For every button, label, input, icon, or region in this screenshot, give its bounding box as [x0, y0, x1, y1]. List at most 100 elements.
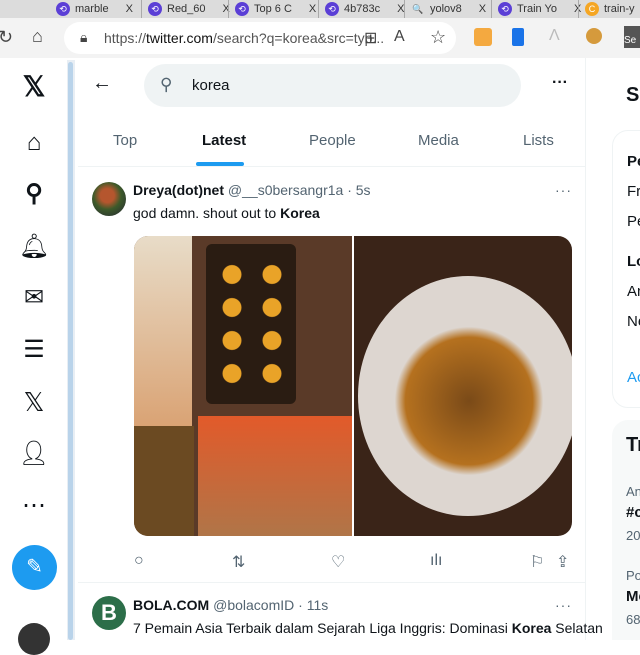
- filter-heading: Lo: [627, 253, 640, 270]
- trend-name[interactable]: #c: [626, 504, 640, 521]
- app-icon[interactable]: ⊞: [364, 28, 377, 48]
- tweet-more-icon[interactable]: ···: [555, 182, 572, 198]
- tab-people[interactable]: People: [309, 132, 356, 149]
- highlight: Korea: [511, 620, 552, 636]
- tab-lists[interactable]: Lists: [523, 132, 554, 149]
- x-logo-icon[interactable]: 𝕏: [17, 70, 51, 104]
- panel-title: Tr: [626, 434, 640, 456]
- filter-option[interactable]: Fro: [627, 183, 640, 200]
- compose-post-button[interactable]: ✎: [12, 545, 57, 590]
- tweet-more-icon[interactable]: ···: [555, 597, 572, 613]
- cookie-extension-icon[interactable]: [586, 28, 602, 44]
- more-circle-icon[interactable]: ⋯: [17, 489, 51, 523]
- advanced-search-link[interactable]: Ac: [627, 369, 640, 386]
- tab-favicon-icon: C: [585, 2, 599, 16]
- filter-option[interactable]: Ne: [627, 313, 640, 330]
- extension-icon[interactable]: [512, 28, 524, 46]
- tab-label: Top 6 C: [254, 3, 292, 15]
- tweet-media[interactable]: [134, 236, 572, 536]
- search-filters-panel: Pe Fro Pe Lo An Ne Ac: [612, 130, 640, 408]
- tab-favicon-icon: ⟲: [56, 2, 70, 16]
- profile-icon[interactable]: 👤︎: [17, 437, 51, 471]
- back-arrow-icon[interactable]: ←: [92, 72, 112, 95]
- extension-icon[interactable]: [474, 28, 492, 46]
- more-options-icon[interactable]: ···: [552, 74, 568, 92]
- filter-heading: Pe: [627, 153, 640, 170]
- timestamp[interactable]: · 5s: [347, 182, 370, 198]
- like-heart-icon[interactable]: ♡: [331, 552, 345, 572]
- favorite-star-icon[interactable]: ☆: [430, 27, 446, 48]
- premium-x-icon[interactable]: 𝕏: [17, 385, 51, 419]
- avatar[interactable]: B: [92, 596, 126, 630]
- right-sidebar: Se Pe Fro Pe Lo An Ne Ac Tr An #c 20 Po …: [612, 58, 640, 640]
- filter-option[interactable]: Pe: [627, 213, 640, 230]
- scrollbar[interactable]: [67, 60, 75, 640]
- main-column: ← ⚲ korea ··· Top Latest People Media Li…: [78, 58, 603, 640]
- notifications-bell-icon[interactable]: 🔔︎: [17, 230, 51, 264]
- tweet-text: god damn. shout out to Korea: [133, 205, 320, 221]
- url-field[interactable]: 🔒︎ https://twitter.com/search?q=korea&sr…: [64, 22, 456, 54]
- filter-option[interactable]: An: [627, 283, 640, 300]
- active-tab-indicator: [196, 162, 244, 166]
- lists-icon[interactable]: ☰: [17, 333, 51, 367]
- search-icon: ⚲: [160, 75, 173, 94]
- trend-context: An: [626, 484, 640, 499]
- tab-top[interactable]: Top: [113, 132, 137, 149]
- food-image-left[interactable]: [134, 236, 352, 536]
- reply-icon[interactable]: ○: [134, 552, 144, 570]
- tweet[interactable]: B BOLA.COM @bolacomID · 11s ··· 7 Pemain…: [78, 584, 603, 640]
- tab-favicon-icon: ⟲: [235, 2, 249, 16]
- lock-icon: 🔒︎: [80, 29, 88, 45]
- close-tab-icon[interactable]: X: [309, 3, 316, 15]
- browser-tab[interactable]: ⟲ Top 6 C X: [228, 0, 316, 18]
- browser-tab[interactable]: ⟲ Red_60 X: [141, 0, 230, 18]
- author-handle[interactable]: @bolacomID: [213, 597, 294, 613]
- extension-icon[interactable]: Λ: [549, 27, 560, 45]
- tweet-header: Dreya(dot)net @__s0bersangr1a · 5s: [133, 182, 371, 198]
- close-tab-icon[interactable]: X: [126, 3, 133, 15]
- search-input[interactable]: ⚲ korea: [144, 64, 521, 107]
- trend-context: Po: [626, 568, 640, 583]
- retweet-icon[interactable]: ⇅: [232, 552, 245, 572]
- bookmark-icon[interactable]: ⚐: [530, 552, 544, 572]
- browser-tab[interactable]: ⟲ 4b783c X: [318, 0, 404, 18]
- author-handle[interactable]: @__s0bersangr1a: [228, 182, 343, 198]
- selenium-extension-icon[interactable]: Se: [624, 26, 640, 48]
- sidebar-nav: 𝕏 ⌂ ⚲ 🔔︎ ✉ ☰ 𝕏 👤︎ ⋯ ✎: [0, 58, 68, 655]
- tab-search-icon: 🔍: [412, 4, 424, 14]
- tab-media[interactable]: Media: [418, 132, 459, 149]
- tweet-actions: ○ ⇅ ♡ ılı ⚐ ⇪: [134, 552, 572, 572]
- share-icon[interactable]: ⇪: [556, 552, 569, 572]
- tab-label: train-y: [604, 3, 635, 15]
- browser-tab[interactable]: ⟲ marble X: [50, 0, 133, 18]
- tab-latest[interactable]: Latest: [202, 132, 246, 149]
- highlight: Korea: [280, 205, 320, 221]
- url-domain: twitter.com: [146, 30, 213, 46]
- text: Selatan: [551, 620, 603, 636]
- messages-envelope-icon[interactable]: ✉: [17, 281, 51, 315]
- tweet[interactable]: Dreya(dot)net @__s0bersangr1a · 5s ··· g…: [78, 168, 586, 583]
- scrollbar-thumb[interactable]: [68, 62, 73, 640]
- close-tab-icon[interactable]: X: [479, 3, 486, 15]
- browser-tab[interactable]: Ctrain-y: [578, 0, 635, 18]
- panel-title: Se: [626, 84, 640, 106]
- browser-tab[interactable]: ⟲ Train Yo X: [491, 0, 581, 18]
- author-name[interactable]: BOLA.COM: [133, 597, 209, 613]
- account-avatar[interactable]: [18, 623, 50, 655]
- food-image-right[interactable]: [354, 236, 572, 536]
- author-name[interactable]: Dreya(dot)net: [133, 182, 224, 198]
- browser-tab[interactable]: 🔍 yolov8 X: [404, 0, 486, 18]
- trends-panel: Tr An #c 20 Po Me 68: [612, 420, 640, 640]
- address-bar-row: ↻ ⌂ 🔒︎ https://twitter.com/search?q=kore…: [0, 18, 640, 58]
- home-icon[interactable]: ⌂: [32, 26, 43, 47]
- search-filters-header: Se: [612, 70, 640, 120]
- trend-name[interactable]: Me: [626, 588, 640, 605]
- search-icon[interactable]: ⚲: [17, 177, 51, 211]
- refresh-icon[interactable]: ↻: [0, 27, 13, 48]
- views-chart-icon[interactable]: ılı: [430, 552, 442, 570]
- read-aloud-icon[interactable]: A: [394, 28, 405, 46]
- avatar[interactable]: [92, 182, 126, 216]
- search-tabs: Top Latest People Media Lists: [78, 118, 586, 167]
- home-icon[interactable]: ⌂: [17, 126, 51, 160]
- timestamp[interactable]: · 11s: [298, 597, 328, 613]
